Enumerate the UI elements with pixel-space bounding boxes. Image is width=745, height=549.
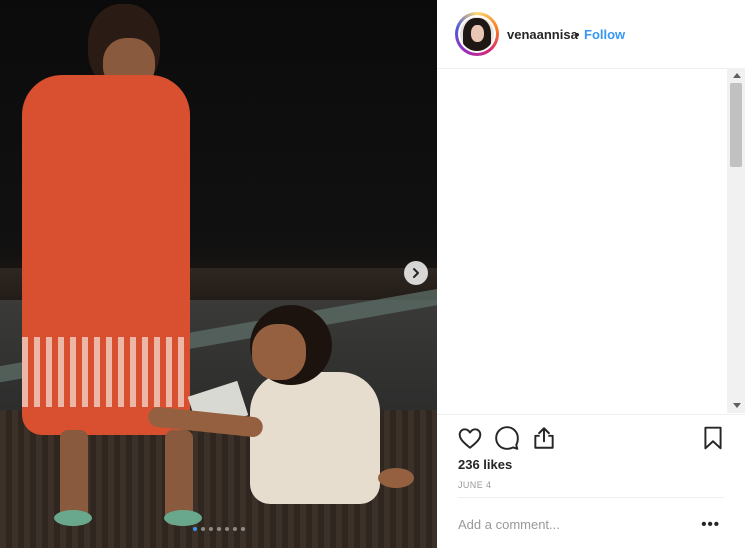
comments-scrollbar[interactable]: [727, 69, 745, 413]
boy-body: [250, 372, 380, 504]
avatar-image: [460, 17, 494, 51]
chevron-right-icon: [413, 268, 419, 278]
scroll-up-arrow-icon[interactable]: [733, 73, 741, 78]
boy-foot: [378, 468, 414, 488]
carousel-dot: [240, 527, 245, 531]
carousel-dot: [216, 527, 221, 531]
scrollbar-thumb[interactable]: [730, 83, 742, 167]
woman-dress: [22, 75, 190, 435]
sandal-right: [164, 510, 202, 526]
comment-bar: Add a comment... •••: [458, 497, 724, 549]
post-photo[interactable]: [0, 0, 437, 548]
separator-dot: •: [575, 27, 580, 42]
carousel-dot: [192, 527, 197, 531]
carousel-dot: [208, 527, 213, 531]
avatar[interactable]: [455, 12, 499, 56]
post-header: venaannisa • Follow: [437, 0, 745, 69]
avatar-ring-inner: [458, 15, 496, 53]
likes-count[interactable]: 236 likes: [458, 457, 512, 472]
comment-icon: [495, 426, 519, 450]
post-side-panel: venaannisa • Follow 236 likes JUNE 4 Add…: [437, 0, 745, 548]
sandal-left: [54, 510, 92, 526]
boy-face: [252, 324, 306, 380]
follow-button[interactable]: Follow: [584, 27, 625, 42]
like-button[interactable]: [457, 425, 483, 451]
avatar-face: [471, 25, 484, 42]
comment-input[interactable]: Add a comment...: [458, 517, 560, 532]
post-actions: 236 likes JUNE 4 Add a comment... •••: [437, 414, 745, 549]
carousel-dot: [232, 527, 237, 531]
comments-area[interactable]: [437, 69, 727, 413]
save-button[interactable]: [700, 425, 726, 451]
more-options-icon[interactable]: •••: [701, 516, 720, 533]
comment-button[interactable]: [494, 425, 520, 451]
scroll-down-arrow-icon[interactable]: [733, 403, 741, 408]
post-date[interactable]: JUNE 4: [458, 480, 491, 490]
bookmark-icon: [704, 426, 722, 450]
carousel-indicator: [0, 527, 437, 531]
carousel-dot: [200, 527, 205, 531]
username-link[interactable]: venaannisa: [507, 27, 578, 42]
heart-icon: [458, 428, 482, 449]
share-icon: [534, 427, 554, 449]
next-slide-button[interactable]: [404, 261, 428, 285]
share-button[interactable]: [531, 425, 557, 451]
carousel-dot: [224, 527, 229, 531]
